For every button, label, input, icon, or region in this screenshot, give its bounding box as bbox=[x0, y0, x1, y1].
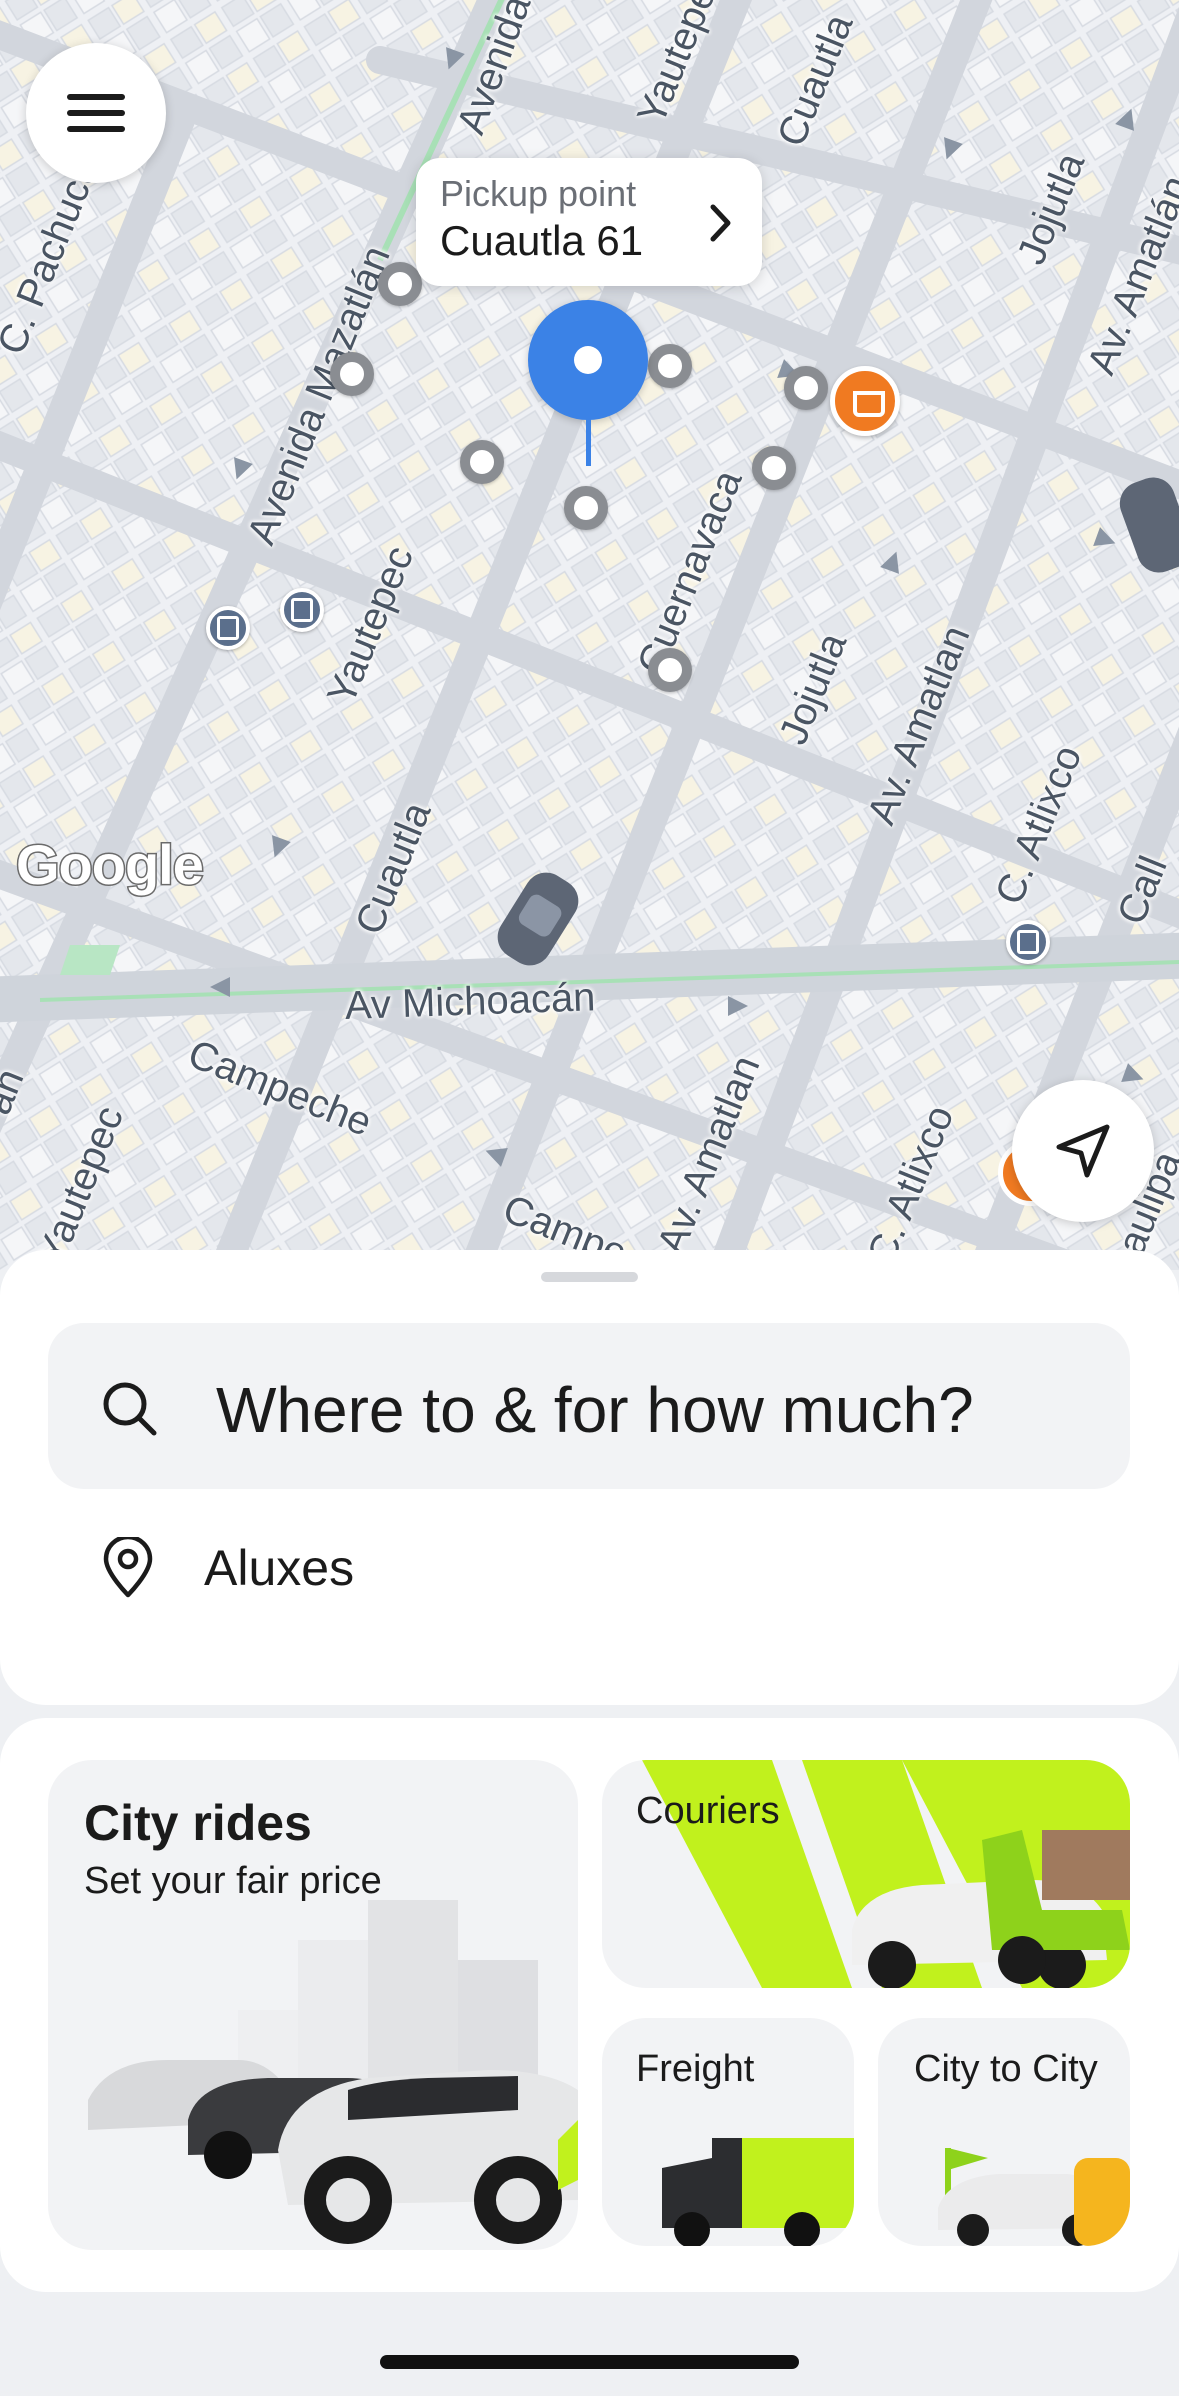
hamburger-icon bbox=[67, 94, 125, 100]
destination-search-bar[interactable]: Where to & for how much? bbox=[48, 1323, 1130, 1489]
chevron-right-icon bbox=[710, 204, 731, 242]
location-pin-icon bbox=[103, 1537, 153, 1598]
saved-place-label: Aluxes bbox=[204, 1540, 355, 1596]
pickup-pin-icon[interactable] bbox=[528, 300, 648, 420]
bottom-sheet: Where to & for how much? Aluxes bbox=[0, 1250, 1179, 1705]
city-to-city-illustration bbox=[938, 2148, 1130, 2246]
transit-stop-icon[interactable] bbox=[378, 262, 422, 306]
freight-illustration bbox=[662, 2138, 854, 2246]
sheet-grabber[interactable] bbox=[541, 1272, 638, 1282]
street-label: Av Michoacán bbox=[344, 975, 597, 1028]
couriers-title: Couriers bbox=[636, 1790, 780, 1832]
transit-stop-icon[interactable] bbox=[330, 352, 374, 396]
home-indicator[interactable] bbox=[380, 2355, 799, 2369]
transit-stop-icon[interactable] bbox=[784, 366, 828, 410]
city-rides-tile[interactable]: City rides Set your fair price bbox=[48, 1760, 578, 2250]
transit-stop-icon[interactable] bbox=[752, 446, 796, 490]
transit-stop-icon[interactable] bbox=[564, 486, 608, 530]
navigation-arrow-icon bbox=[1056, 1124, 1110, 1178]
my-location-button[interactable] bbox=[1012, 1080, 1154, 1222]
city-to-city-tile[interactable]: City to City bbox=[878, 2018, 1130, 2246]
city-rides-illustration bbox=[88, 1900, 578, 2244]
pickup-point-card[interactable]: Pickup point Cuautla 61 bbox=[416, 158, 762, 286]
hamburger-icon bbox=[67, 126, 125, 132]
couriers-tile[interactable]: Couriers bbox=[602, 1760, 1130, 1988]
bus-stop-icon[interactable] bbox=[1006, 920, 1050, 964]
freight-tile[interactable]: Freight bbox=[602, 2018, 854, 2246]
transit-stop-icon[interactable] bbox=[648, 648, 692, 692]
search-icon bbox=[103, 1382, 157, 1436]
menu-button[interactable] bbox=[26, 43, 166, 183]
search-placeholder: Where to & for how much? bbox=[216, 1374, 974, 1446]
services-panel: City rides Set your fair price Couriers … bbox=[0, 1718, 1179, 2292]
google-attribution: Google bbox=[15, 832, 206, 898]
map-view[interactable]: Avenida Yautepec Cuautla C. Pachuca Aven… bbox=[0, 0, 1179, 1270]
transit-stop-icon[interactable] bbox=[648, 344, 692, 388]
pin-stem bbox=[586, 418, 591, 466]
hamburger-icon bbox=[67, 110, 125, 116]
bus-stop-icon[interactable] bbox=[206, 606, 250, 650]
transit-stop-icon[interactable] bbox=[460, 440, 504, 484]
cafe-icon[interactable] bbox=[830, 366, 900, 436]
bus-stop-icon[interactable] bbox=[280, 588, 324, 632]
